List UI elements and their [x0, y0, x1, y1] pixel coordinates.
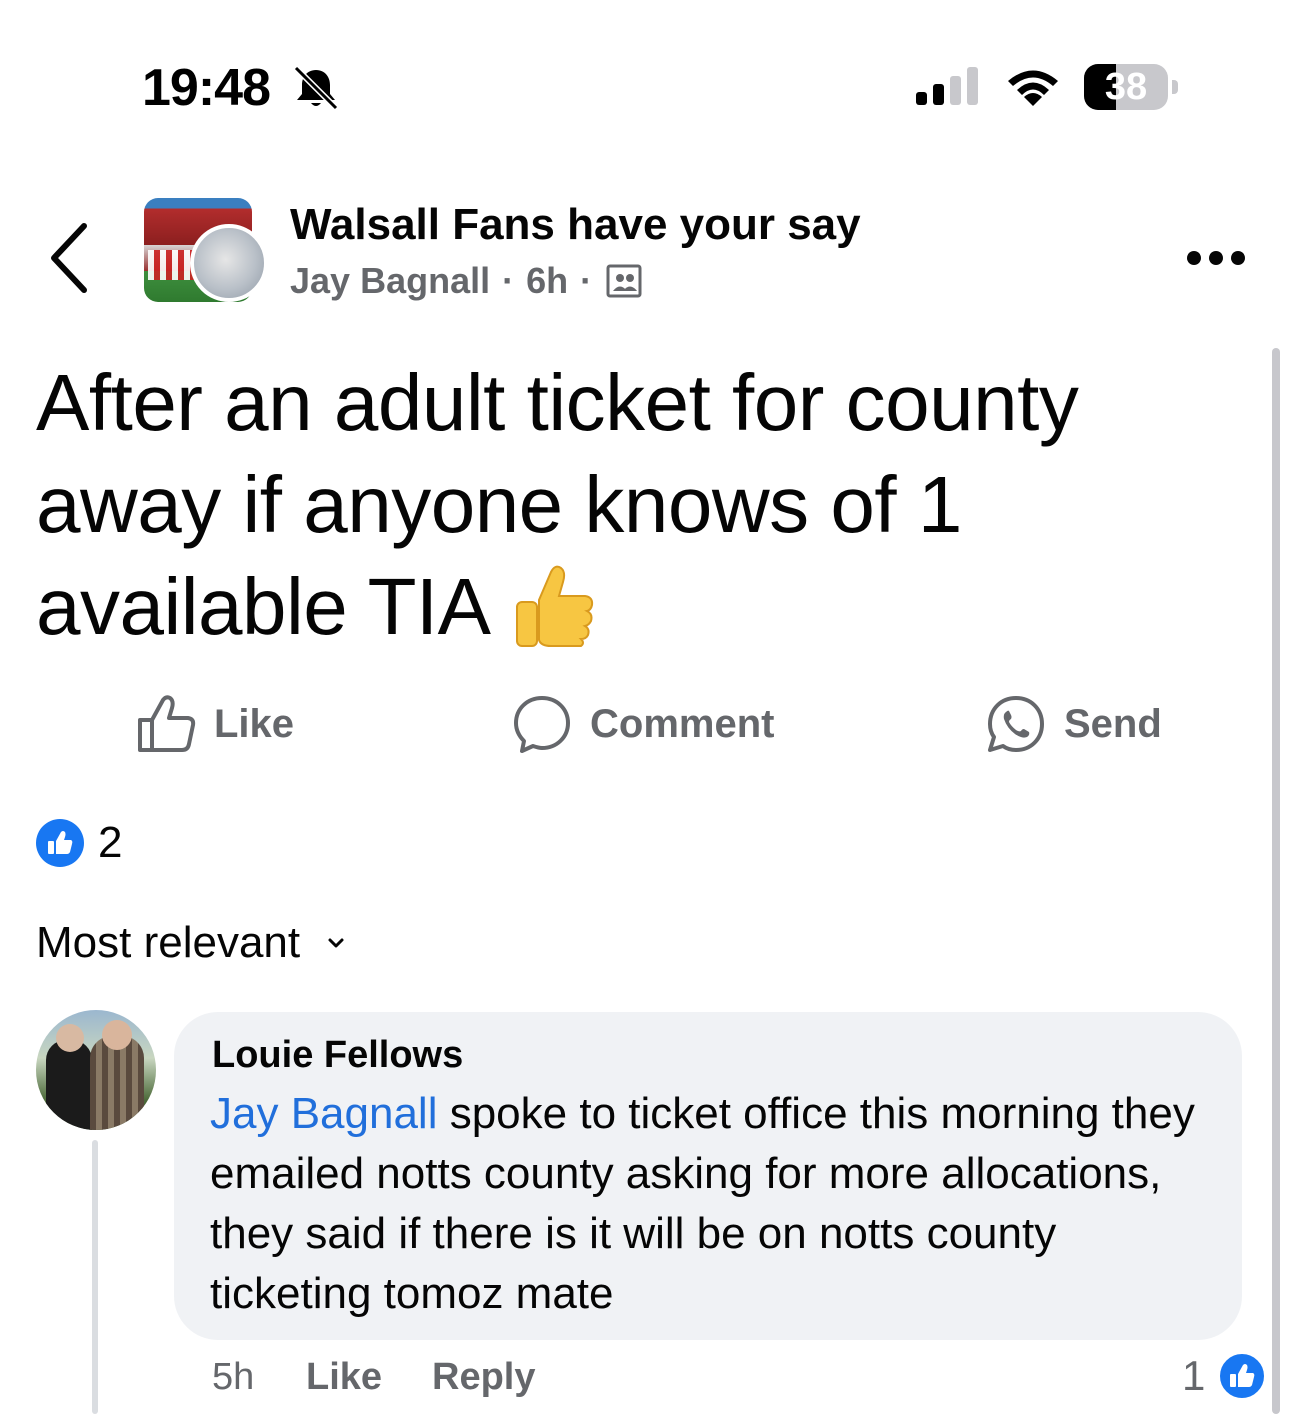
comment-button[interactable]: Comment	[512, 692, 774, 756]
comment-mention[interactable]: Jay Bagnall	[210, 1089, 437, 1138]
comment-like-button[interactable]: Like	[306, 1356, 382, 1399]
signal-icon	[916, 67, 978, 105]
commenter-avatar[interactable]	[36, 1010, 156, 1130]
scrollbar[interactable]	[1272, 348, 1280, 1414]
like-button[interactable]: Like	[136, 692, 294, 756]
comment-reply-button[interactable]: Reply	[432, 1356, 535, 1399]
send-label: Send	[1064, 701, 1162, 746]
comment-like-reaction-icon[interactable]	[1216, 1350, 1268, 1402]
send-button[interactable]: Send	[986, 692, 1162, 756]
avatar-person	[46, 1040, 92, 1130]
chevron-down-icon	[328, 938, 344, 948]
avatar-head	[56, 1024, 84, 1052]
post-text: After an adult ticket for county away if…	[36, 352, 1236, 658]
reaction-summary[interactable]: 2	[36, 818, 122, 868]
battery-percent: 38	[1104, 66, 1148, 108]
group-name[interactable]: Walsall Fans have your say	[290, 200, 861, 250]
comment-icon	[514, 696, 570, 753]
like-label: Like	[214, 701, 295, 746]
author-avatar[interactable]	[190, 224, 268, 302]
wifi-icon	[1008, 70, 1058, 106]
commenter-name[interactable]: Louie Fellows	[212, 1034, 463, 1077]
thread-line	[92, 1140, 98, 1414]
comment-sort-selector[interactable]: Most relevant	[36, 918, 350, 968]
more-icon[interactable]	[1184, 240, 1248, 276]
reaction-count: 2	[98, 818, 123, 867]
comment-reaction-count: 1	[1182, 1352, 1206, 1399]
battery-icon: 38	[1084, 64, 1180, 110]
avatar-person	[90, 1036, 144, 1130]
like-icon	[138, 695, 196, 752]
sort-label: Most relevant	[36, 918, 301, 967]
status-time: 19:48	[142, 59, 271, 117]
like-reaction-glyph	[48, 831, 73, 854]
bell-off-icon	[293, 66, 339, 110]
comment-text: Jay Bagnall spoke to ticket office this …	[210, 1084, 1220, 1324]
comment-like-glyph	[1230, 1364, 1255, 1387]
group-icon	[606, 264, 642, 298]
comment-time[interactable]: 5h	[212, 1356, 254, 1399]
meta-separator: ·	[580, 260, 593, 301]
post-age[interactable]: 6h	[526, 260, 568, 302]
like-reaction-icon	[36, 819, 84, 867]
author-name[interactable]: Jay Bagnall	[290, 260, 490, 302]
comment-label: Comment	[590, 701, 775, 746]
meta-separator: ·	[502, 260, 515, 301]
post-meta: Jay Bagnall · 6h ·	[290, 260, 642, 302]
battery-tip	[1172, 80, 1178, 94]
whatsapp-icon	[988, 696, 1044, 752]
thumbs-up-emoji	[515, 565, 593, 647]
back-chevron-icon[interactable]	[44, 220, 96, 296]
avatar-head	[102, 1020, 132, 1050]
